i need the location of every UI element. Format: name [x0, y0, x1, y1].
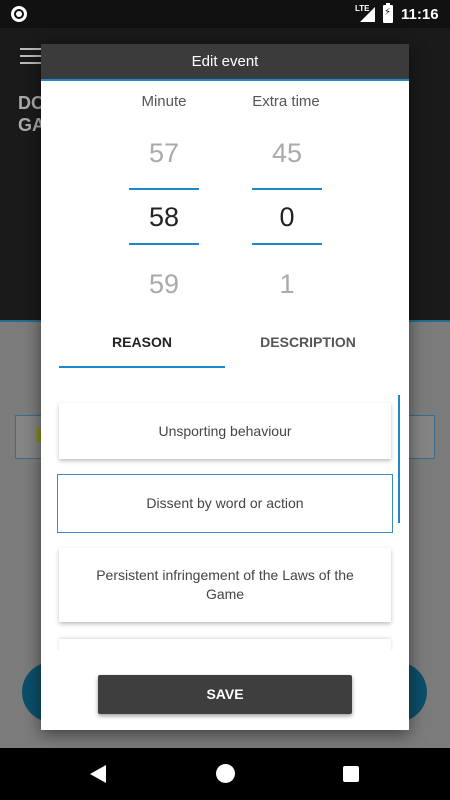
recents-icon[interactable] [343, 766, 359, 782]
dialog-header-divider [41, 79, 409, 81]
back-icon[interactable] [90, 765, 106, 783]
reason-item-persistent-infringement[interactable]: Persistent infringement of the Laws of t… [59, 548, 391, 622]
extra-time-label: Extra time [252, 93, 320, 110]
extra-time-picker-rule-bottom [252, 243, 322, 245]
minute-label: Minute [141, 93, 187, 110]
dialog-title: Edit event [41, 44, 409, 79]
edit-event-dialog: Edit event Minute 57 58 59 Extra time 45… [41, 44, 409, 730]
minute-picker-selected[interactable]: 58 [124, 202, 204, 233]
extra-time-picker-rule-top [252, 188, 322, 190]
reason-item-unsporting-behaviour[interactable]: Unsporting behaviour [59, 403, 391, 459]
tab-reason[interactable]: REASON [59, 326, 225, 366]
navigation-bar [0, 748, 450, 800]
extra-time-picker-selected[interactable]: 0 [247, 202, 327, 233]
clock: 11:16 [401, 6, 439, 23]
signal-icon [360, 7, 375, 22]
extra-time-picker-prev[interactable]: 45 [247, 138, 327, 169]
extra-time-picker-next[interactable]: 1 [247, 269, 327, 300]
minute-picker-prev[interactable]: 57 [124, 138, 204, 169]
list-scrollbar[interactable] [398, 395, 400, 523]
tab-description[interactable]: DESCRIPTION [225, 326, 391, 366]
save-button[interactable]: SAVE [98, 675, 352, 714]
home-icon[interactable] [216, 764, 235, 783]
tab-indicator [59, 366, 225, 368]
notification-circle-icon [11, 6, 27, 22]
minute-picker-rule-top [129, 188, 199, 190]
minute-picker-next[interactable]: 59 [124, 269, 204, 300]
minute-picker-rule-bottom [129, 243, 199, 245]
status-bar: LTE 11:16 [0, 0, 450, 28]
battery-charging-icon [383, 3, 393, 23]
menu-icon [20, 48, 42, 64]
reason-item-dissent[interactable]: Dissent by word or action [57, 474, 393, 533]
